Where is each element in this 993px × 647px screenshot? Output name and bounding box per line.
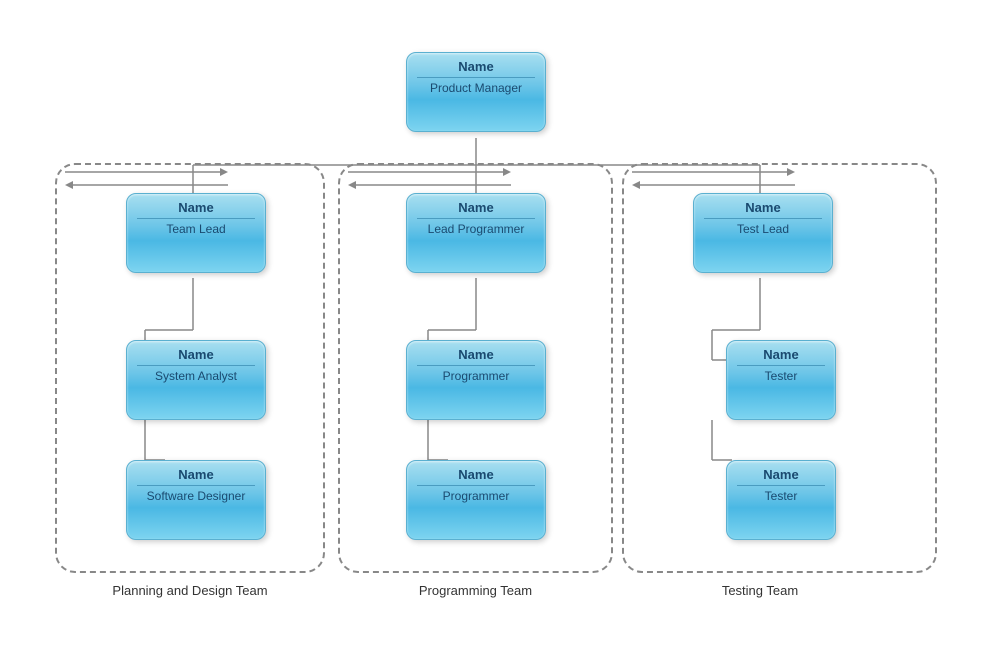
planning-team-label: Planning and Design Team: [75, 583, 305, 598]
team-lead-name: Name: [137, 200, 255, 219]
programmer2-role: Programmer: [443, 489, 510, 503]
programmer2-name: Name: [417, 467, 535, 486]
team-lead-role: Team Lead: [166, 222, 225, 236]
programmer1-role: Programmer: [443, 369, 510, 383]
lead-programmer-card: Name Lead Programmer: [406, 193, 546, 273]
testing-team-label: Testing Team: [660, 583, 860, 598]
test-lead-name: Name: [704, 200, 822, 219]
test-lead-card: Name Test Lead: [693, 193, 833, 273]
team-lead-card: Name Team Lead: [126, 193, 266, 273]
tester2-name: Name: [737, 467, 825, 486]
programmer1-card: Name Programmer: [406, 340, 546, 420]
system-analyst-name: Name: [137, 347, 255, 366]
tester2-role: Tester: [765, 489, 798, 503]
system-analyst-role: System Analyst: [155, 369, 237, 383]
programmer1-name: Name: [417, 347, 535, 366]
test-lead-role: Test Lead: [737, 222, 789, 236]
tester1-role: Tester: [765, 369, 798, 383]
product-manager-name: Name: [417, 59, 535, 78]
software-designer-card: Name Software Designer: [126, 460, 266, 540]
product-manager-role: Product Manager: [430, 81, 522, 95]
software-designer-role: Software Designer: [147, 489, 246, 503]
programming-team-label: Programming Team: [358, 583, 593, 598]
programmer2-card: Name Programmer: [406, 460, 546, 540]
system-analyst-card: Name System Analyst: [126, 340, 266, 420]
diagram-container: Name Product Manager Name Team Lead Name…: [0, 0, 993, 647]
lead-programmer-role: Lead Programmer: [428, 222, 525, 236]
lead-programmer-name: Name: [417, 200, 535, 219]
tester2-card: Name Tester: [726, 460, 836, 540]
tester1-name: Name: [737, 347, 825, 366]
product-manager-card: Name Product Manager: [406, 52, 546, 132]
tester1-card: Name Tester: [726, 340, 836, 420]
software-designer-name: Name: [137, 467, 255, 486]
